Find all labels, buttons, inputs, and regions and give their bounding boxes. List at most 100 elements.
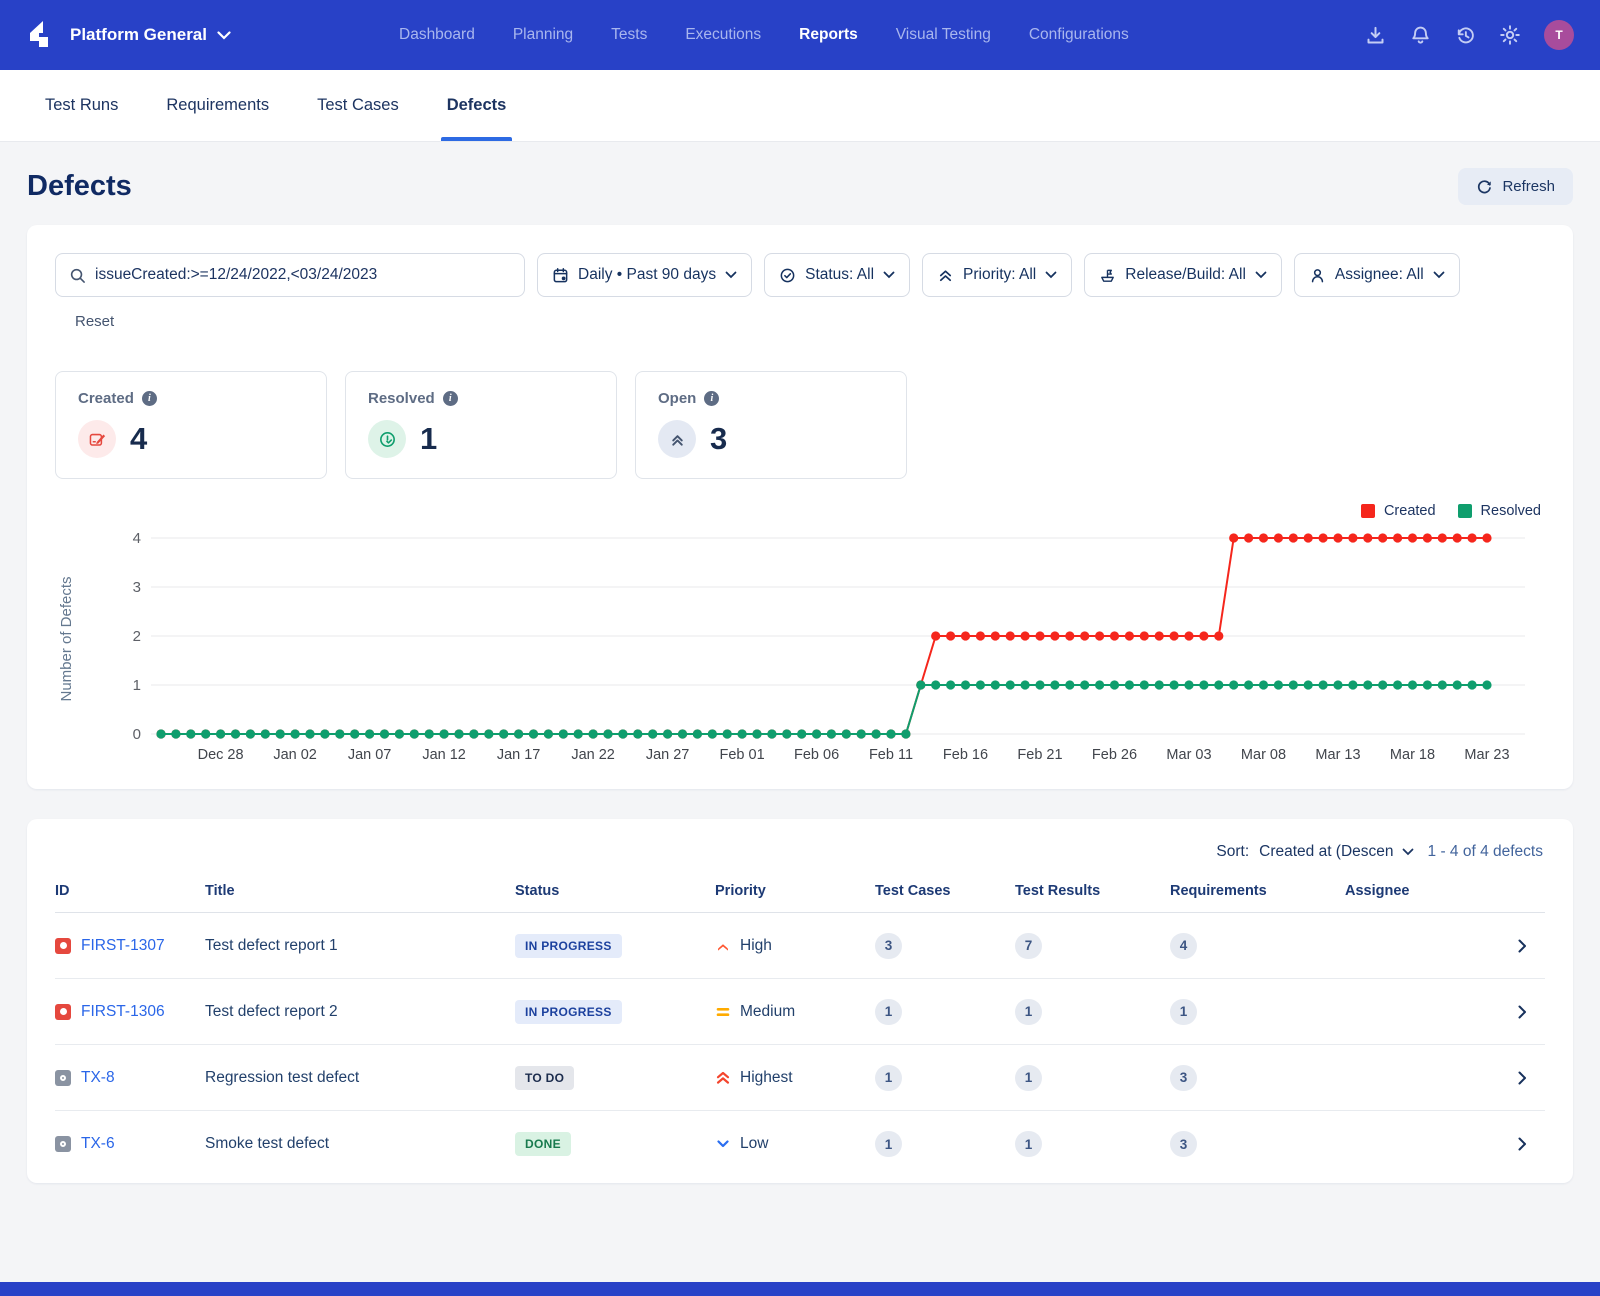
svg-text:Number of Defects: Number of Defects — [58, 576, 75, 701]
status-badge: IN PROGRESS — [515, 1000, 622, 1024]
stat-resolved-value: 1 — [420, 421, 437, 457]
svg-text:Dec 28: Dec 28 — [198, 747, 244, 763]
project-name: Platform General — [70, 25, 207, 45]
status-badge: TO DO — [515, 1066, 574, 1090]
status-badge: DONE — [515, 1132, 571, 1156]
svg-text:Mar 08: Mar 08 — [1241, 747, 1286, 763]
app-logo-icon — [26, 19, 54, 51]
defect-title: Smoke test defect — [205, 1135, 515, 1153]
priority-high-icon — [715, 938, 731, 954]
row-open-button[interactable] — [1513, 1135, 1545, 1153]
page-content: Defects Refresh — [0, 142, 1600, 1282]
svg-text:Feb 21: Feb 21 — [1017, 747, 1062, 763]
navbar-actions: T — [1364, 20, 1574, 50]
legend-created-label: Created — [1384, 503, 1436, 519]
col-test-cases: Test Cases — [875, 883, 1015, 899]
circle-gray-icon — [55, 1136, 71, 1152]
info-icon[interactable]: i — [704, 391, 719, 406]
tab-defects[interactable]: Defects — [447, 70, 507, 141]
nav-item-executions[interactable]: Executions — [685, 26, 761, 44]
bell-icon[interactable] — [1409, 24, 1431, 46]
defect-id-link[interactable]: FIRST-1306 — [81, 1003, 165, 1021]
defects-table-card: Sort: Created at (Descen 1 - 4 of 4 defe… — [27, 819, 1573, 1183]
refresh-button[interactable]: Refresh — [1458, 168, 1573, 205]
stat-created-label: Created — [78, 390, 134, 407]
col-priority: Priority — [715, 883, 875, 899]
project-switcher[interactable]: Platform General — [70, 25, 231, 45]
table-row[interactable]: TX-6 Smoke test defect DONE Low 1 1 3 — [55, 1111, 1545, 1177]
nav-item-dashboard[interactable]: Dashboard — [399, 26, 475, 44]
defects-summary-card: Daily • Past 90 days Status: All Priori — [27, 225, 1573, 789]
test-results-count: 1 — [1015, 999, 1042, 1025]
sort-value: Created at (Descen — [1259, 843, 1393, 861]
svg-text:Feb 01: Feb 01 — [720, 747, 765, 763]
defect-id-link[interactable]: TX-8 — [81, 1069, 115, 1087]
nav-item-tests[interactable]: Tests — [611, 26, 647, 44]
test-cases-count: 1 — [875, 999, 902, 1025]
date-range-filter[interactable]: Daily • Past 90 days — [537, 253, 752, 297]
reset-filters-link[interactable]: Reset — [75, 313, 114, 330]
main-nav: Dashboard Planning Tests Executions Repo… — [399, 26, 1129, 44]
defect-id-link[interactable]: TX-6 — [81, 1135, 115, 1153]
top-navbar: Platform General Dashboard Planning Test… — [0, 0, 1600, 70]
test-results-count: 1 — [1015, 1131, 1042, 1157]
nav-item-planning[interactable]: Planning — [513, 26, 573, 44]
info-icon[interactable]: i — [142, 391, 157, 406]
edit-report-icon — [78, 420, 116, 458]
legend-created-swatch — [1361, 504, 1375, 518]
priority-filter[interactable]: Priority: All — [922, 253, 1072, 297]
status-filter[interactable]: Status: All — [764, 253, 910, 297]
col-id: ID — [55, 883, 205, 899]
row-open-button[interactable] — [1513, 1069, 1545, 1087]
defect-id-link[interactable]: FIRST-1307 — [81, 937, 165, 955]
chevron-down-icon — [1433, 271, 1445, 279]
priority-label: Medium — [740, 1003, 795, 1021]
stat-card-resolved: Resolved i 1 — [345, 371, 617, 479]
search-field[interactable] — [55, 253, 525, 297]
svg-text:2: 2 — [133, 628, 141, 645]
requirements-count: 4 — [1170, 933, 1197, 959]
bug-red-icon — [55, 1004, 71, 1020]
table-row[interactable]: FIRST-1306 Test defect report 2 IN PROGR… — [55, 979, 1545, 1045]
table-row[interactable]: TX-8 Regression test defect TO DO Highes… — [55, 1045, 1545, 1111]
priority-label: Low — [740, 1135, 768, 1153]
nav-item-visual-testing[interactable]: Visual Testing — [896, 26, 991, 44]
gear-icon[interactable] — [1499, 24, 1521, 46]
svg-text:Jan 27: Jan 27 — [646, 747, 690, 763]
nav-item-configurations[interactable]: Configurations — [1029, 26, 1129, 44]
page-title: Defects — [27, 170, 132, 203]
svg-text:3: 3 — [133, 579, 141, 596]
chevron-down-icon — [217, 31, 231, 40]
info-icon[interactable]: i — [443, 391, 458, 406]
tab-test-cases[interactable]: Test Cases — [317, 70, 399, 141]
tab-test-runs[interactable]: Test Runs — [45, 70, 118, 141]
col-assignee: Assignee — [1345, 883, 1465, 899]
search-icon — [69, 267, 86, 284]
user-avatar[interactable]: T — [1544, 20, 1574, 50]
col-test-results: Test Results — [1015, 883, 1170, 899]
col-requirements: Requirements — [1170, 883, 1345, 899]
assignee-filter[interactable]: Assignee: All — [1294, 253, 1460, 297]
release-build-filter[interactable]: Release/Build: All — [1084, 253, 1282, 297]
sort-select[interactable]: Created at (Descen — [1259, 843, 1413, 861]
svg-text:Feb 06: Feb 06 — [794, 747, 839, 763]
defects-report-page: Platform General Dashboard Planning Test… — [0, 0, 1600, 1296]
history-icon[interactable] — [1454, 24, 1476, 46]
table-row[interactable]: FIRST-1307 Test defect report 1 IN PROGR… — [55, 913, 1545, 979]
svg-text:Mar 13: Mar 13 — [1315, 747, 1360, 763]
stat-resolved-label: Resolved — [368, 390, 435, 407]
row-open-button[interactable] — [1513, 1003, 1545, 1021]
legend-resolved-swatch — [1458, 504, 1472, 518]
search-input[interactable] — [95, 266, 511, 284]
priority-low-icon — [715, 1136, 731, 1152]
clock-check-icon — [368, 420, 406, 458]
row-open-button[interactable] — [1513, 937, 1545, 955]
tab-requirements[interactable]: Requirements — [166, 70, 269, 141]
nav-item-reports[interactable]: Reports — [799, 26, 858, 44]
download-icon[interactable] — [1364, 24, 1386, 46]
svg-text:Jan 12: Jan 12 — [422, 747, 466, 763]
bug-red-icon — [55, 938, 71, 954]
chevron-down-icon — [1255, 271, 1267, 279]
svg-text:4: 4 — [133, 530, 141, 547]
stat-card-created: Created i 4 — [55, 371, 327, 479]
